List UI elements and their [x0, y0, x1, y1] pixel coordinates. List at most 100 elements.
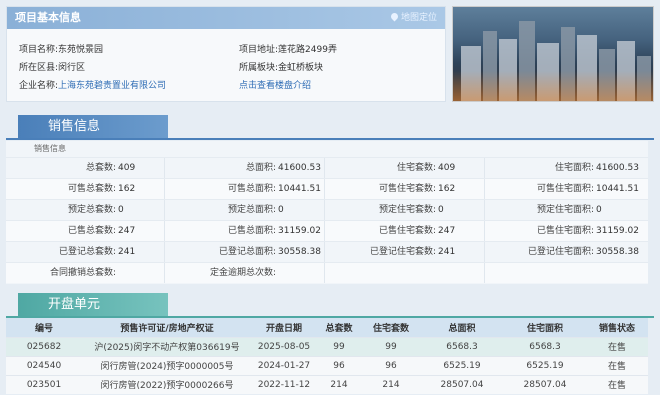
sales-row: 可售总套数: 162 可售总面积: 10441.51 可售住宅套数: 162 可售住宅面积:…	[6, 178, 648, 199]
sales-field-value: 0	[118, 205, 124, 215]
sales-field-value: 162	[118, 184, 136, 194]
sales-subtitle: 销售信息	[34, 144, 66, 153]
sales-field-value: 31159.02	[596, 226, 639, 236]
table-cell: 214	[362, 374, 420, 394]
column-separator	[324, 200, 325, 220]
company-field: 企业名称:上海东苑碧贵置业有限公司	[19, 77, 166, 95]
column-separator	[164, 158, 165, 178]
column-separator	[324, 242, 325, 262]
table-cell: 6525.19	[420, 355, 504, 375]
sales-section-tab: 销售信息	[18, 115, 168, 139]
project-info-panel: 项目基本信息 地图定位 项目名称:东苑悦景园 项目地址:莲花路2499弄 所在区…	[6, 6, 446, 102]
table-cell: 99	[316, 336, 362, 356]
column-header: 住宅面积	[504, 318, 586, 337]
sales-field-label: 总套数:	[85, 163, 116, 173]
status-badge: 在售	[586, 374, 648, 394]
table-cell: 闵行房管(2022)预字0000266号	[82, 374, 252, 394]
sales-field-value: 10441.51	[596, 184, 639, 194]
table-cell: 024540	[6, 355, 82, 375]
sales-field-value: 30558.38	[596, 247, 639, 257]
table-cell: 6568.3	[420, 336, 504, 356]
table-row[interactable]: 023501 闵行房管(2022)预字0000266号 2022-11-12 214 2…	[6, 374, 648, 394]
sales-field-label: 已售总面积:	[227, 226, 276, 236]
sales-field-value: 241	[438, 247, 456, 257]
district-label: 所在区县:	[19, 63, 59, 73]
address-label: 项目地址:	[239, 45, 279, 55]
sales-field-label: 可售总套数:	[67, 184, 116, 194]
table-cell: 96	[362, 355, 420, 375]
column-separator	[164, 200, 165, 220]
project-info-title: 项目基本信息	[15, 11, 81, 24]
sales-field-label: 预定总套数:	[67, 205, 116, 215]
sales-field-label: 住宅面积:	[554, 163, 594, 173]
column-separator	[324, 158, 325, 178]
table-cell: 023501	[6, 374, 82, 394]
plate-value: 金虹桥板块	[278, 63, 324, 73]
project-photo	[452, 6, 654, 102]
sales-field-value: 247	[438, 226, 456, 236]
district-field: 所在区县:闵行区	[19, 59, 85, 77]
column-header: 编号	[6, 318, 82, 337]
sales-field-label: 预定住宅面积:	[536, 205, 594, 215]
sales-field-label: 已登记总面积:	[218, 247, 276, 257]
project-info-header: 项目基本信息 地图定位	[7, 7, 445, 29]
address-field: 项目地址:莲花路2499弄	[239, 41, 337, 59]
table-cell: 2022-11-12	[252, 374, 316, 394]
table-cell: 闵行房管(2024)预字0000005号	[82, 355, 252, 375]
plate-label: 所属板块:	[239, 63, 279, 73]
sales-field-label: 已登记住宅套数:	[369, 247, 436, 257]
project-name-value: 东苑悦景园	[58, 45, 104, 55]
sales-field-label: 合同撤销总套数:	[49, 268, 116, 278]
table-cell: 28507.04	[420, 374, 504, 394]
sales-field-value: 409	[118, 163, 136, 173]
sales-field-label: 可售总面积:	[227, 184, 276, 194]
table-cell: 025682	[6, 336, 82, 356]
district-value: 闵行区	[58, 63, 86, 73]
sales-field-value: 31159.02	[278, 226, 321, 236]
project-name-field: 项目名称:东苑悦景园	[19, 41, 103, 59]
sales-info-table: 销售信息 总套数: 409 总面积: 41600.53 住宅套数: 409 住宅面积: 416…	[6, 141, 648, 284]
sales-field-label: 已登记总套数:	[58, 247, 116, 257]
plate-field: 所属板块:金虹桥板块	[239, 59, 323, 77]
sales-field-value: 247	[118, 226, 136, 236]
map-pin-icon	[389, 11, 400, 22]
company-label: 企业名称:	[19, 81, 59, 91]
table-cell: 28507.04	[504, 374, 586, 394]
status-badge: 在售	[586, 355, 648, 375]
column-separator	[164, 179, 165, 199]
sales-field-label: 住宅套数:	[396, 163, 436, 173]
map-location-label: 地图定位	[400, 13, 437, 23]
sales-row: 已登记总套数: 241 已登记总面积: 30558.38 已登记住宅套数: 241 已登记住…	[6, 241, 648, 262]
column-separator	[324, 263, 325, 283]
column-separator	[484, 263, 485, 283]
column-header: 住宅套数	[362, 318, 420, 337]
sales-field-label: 预定住宅套数:	[378, 205, 436, 215]
sales-row: 预定总套数: 0 预定总面积: 0 预定住宅套数: 0 预定住宅面积: 0	[6, 199, 648, 220]
table-cell: 214	[316, 374, 362, 394]
column-header: 开盘日期	[252, 318, 316, 337]
table-row[interactable]: 025682 沪(2025)闵字不动产权第036619号 2025-08-05 99 9…	[6, 336, 648, 356]
sales-field-label: 定金逾期总次数:	[209, 268, 276, 278]
project-intro-link[interactable]: 点击查看楼盘介绍	[239, 77, 311, 95]
open-units-table: 编号 预售许可证/房地产权证 开盘日期 总套数 住宅套数 总面积 住宅面积 销售状态 0256…	[6, 318, 648, 394]
sales-field-label: 总面积:	[245, 163, 276, 173]
sales-field-value: 0	[278, 205, 284, 215]
map-location-link[interactable]: 地图定位	[389, 7, 437, 29]
sales-field-value: 41600.53	[596, 163, 639, 173]
sales-row: 已售总套数: 247 已售总面积: 31159.02 已售住宅套数: 247 已售住宅面积:…	[6, 220, 648, 241]
address-value: 莲花路2499弄	[278, 45, 337, 55]
sales-row: 合同撤销总套数: 定金逾期总次数:	[6, 262, 648, 283]
column-header: 总面积	[420, 318, 504, 337]
sales-field-value: 0	[596, 205, 602, 215]
table-row[interactable]: 024540 闵行房管(2024)预字0000005号 2024-01-27 96 96…	[6, 355, 648, 375]
sales-field-value: 162	[438, 184, 456, 194]
column-header: 销售状态	[586, 318, 648, 337]
sales-field-label: 预定总面积:	[227, 205, 276, 215]
sales-field-value: 10441.51	[278, 184, 321, 194]
column-header: 总套数	[316, 318, 362, 337]
column-separator	[324, 221, 325, 241]
project-name-label: 项目名称:	[19, 45, 59, 55]
table-cell: 沪(2025)闵字不动产权第036619号	[82, 336, 252, 356]
company-link[interactable]: 上海东苑碧贵置业有限公司	[58, 81, 166, 91]
status-badge: 在售	[586, 336, 648, 356]
